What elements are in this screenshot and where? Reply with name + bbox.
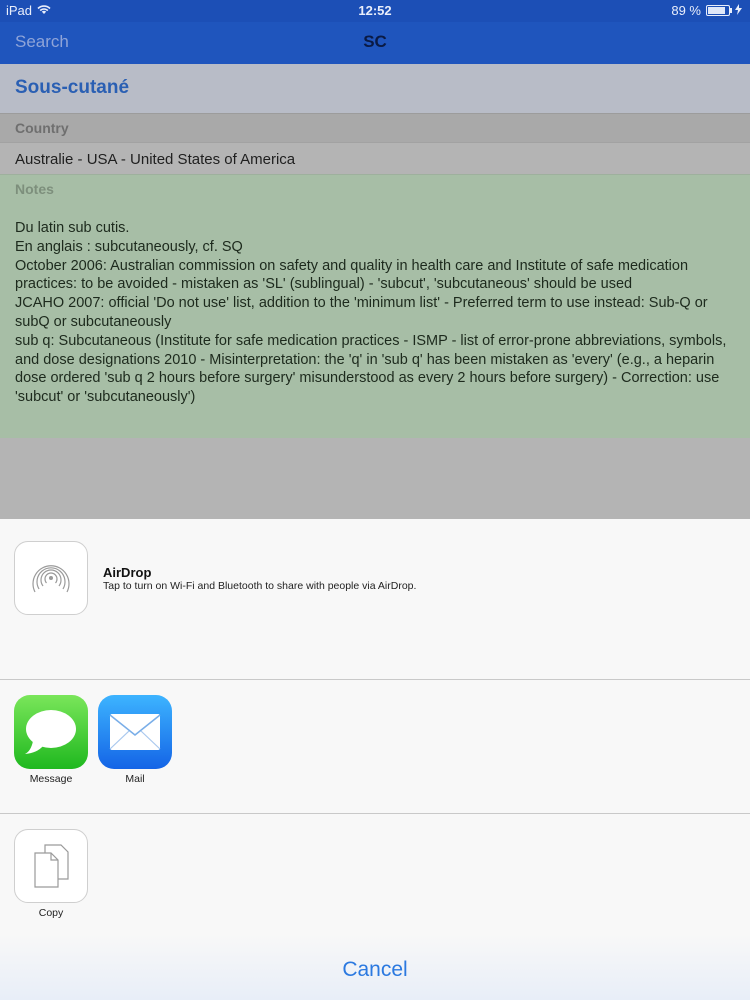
charging-icon — [735, 3, 742, 18]
notes-text: Du latin sub cutis. En anglais : subcuta… — [15, 219, 730, 407]
airdrop-title: AirDrop — [103, 565, 152, 580]
notes-line: sub q: Subcutaneous (Institute for safe … — [15, 332, 727, 406]
action-label: Copy — [38, 907, 64, 919]
battery-percent: 89 % — [671, 3, 701, 18]
status-bar: iPad 12:52 89 % — [0, 0, 750, 22]
term-title-row: Sous-cutané — [0, 64, 750, 113]
term-title: Sous-cutané — [15, 77, 130, 98]
cancel-bar: Cancel — [0, 934, 750, 1000]
airdrop-icon[interactable] — [14, 541, 88, 615]
notes-line: En anglais : subcutaneously, cf. SQ — [15, 238, 243, 255]
airdrop-description: Tap to turn on Wi-Fi and Bluetooth to sh… — [103, 580, 417, 592]
country-label: Country — [15, 120, 69, 136]
copy-documents-icon[interactable] — [14, 829, 88, 903]
share-app-label: Mail — [125, 773, 145, 785]
navigation-bar: Search SC — [0, 22, 750, 64]
notes-line: JCAHO 2007: official 'Do not use' list, … — [15, 295, 708, 330]
nav-title: SC — [363, 32, 387, 51]
envelope-icon[interactable] — [98, 695, 172, 769]
share-apps-row: Message Mail — [0, 680, 750, 814]
battery-icon — [706, 5, 732, 16]
action-copy[interactable]: Copy — [14, 829, 88, 919]
notes-label: Notes — [15, 181, 54, 197]
country-section-header: Country — [0, 113, 750, 142]
status-right: 89 % — [671, 3, 742, 18]
share-app-label: Message — [29, 773, 73, 785]
share-actions-row: Copy — [0, 814, 750, 934]
cancel-button[interactable]: Cancel — [0, 958, 750, 982]
share-app-mail[interactable]: Mail — [98, 695, 172, 785]
notes-line: October 2006: Australian commission on s… — [15, 257, 689, 293]
status-time: 12:52 — [358, 3, 392, 18]
message-bubble-icon[interactable] — [14, 695, 88, 769]
country-value-row: Australie - USA - United States of Ameri… — [0, 142, 750, 175]
notes-line: Du latin sub cutis. — [15, 220, 130, 236]
share-sheet: AirDrop Tap to turn on Wi-Fi and Bluetoo… — [0, 519, 750, 1000]
detail-content: Sous-cutané Country Australie - USA - Un… — [0, 64, 750, 519]
share-app-message[interactable]: Message — [14, 695, 88, 785]
notes-section: Notes Du latin sub cutis. En anglais : s… — [0, 174, 750, 438]
country-value: Australie - USA - United States of Ameri… — [15, 151, 296, 168]
airdrop-row[interactable]: AirDrop Tap to turn on Wi-Fi and Bluetoo… — [0, 519, 750, 680]
